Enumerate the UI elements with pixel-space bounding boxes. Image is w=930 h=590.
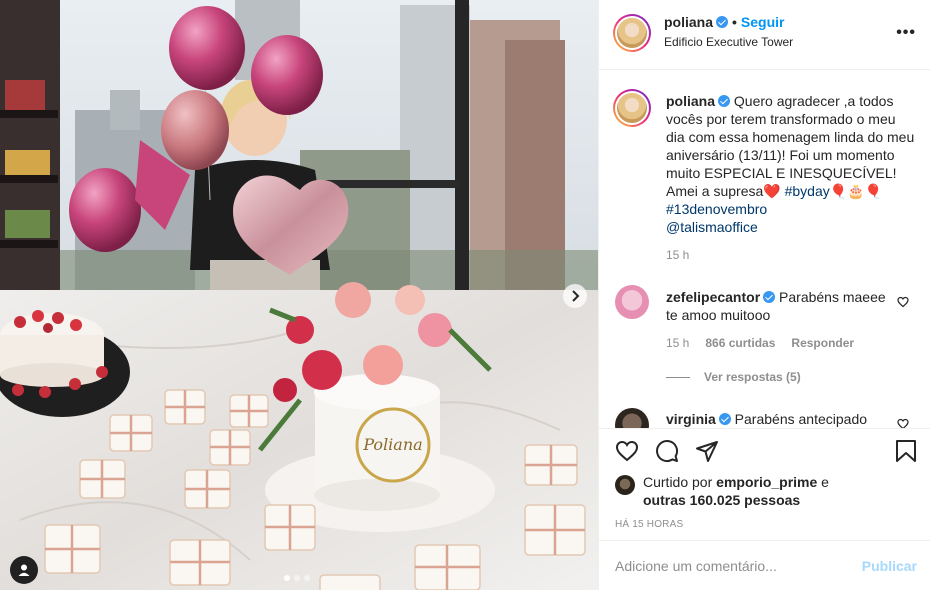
posted-time[interactable]: HÁ 15 HORAS — [615, 519, 683, 530]
hashtag-link[interactable]: #13denovembro — [666, 201, 767, 217]
cake-topper-text: Poliana — [362, 435, 422, 454]
avatar-image — [617, 18, 647, 48]
like-heart-icon[interactable] — [615, 439, 639, 463]
header-username[interactable]: poliana — [664, 14, 713, 30]
like-comment-heart-icon[interactable] — [897, 418, 909, 428]
share-send-icon[interactable] — [695, 439, 719, 463]
liked-by: Curtido por emporio_prime e outras 160.02… — [615, 473, 903, 509]
comment-item: virginia Parabéns antecipado — [666, 410, 896, 428]
post-actions: Curtido por emporio_prime e outras 160.02… — [599, 428, 930, 530]
caption-username[interactable]: poliana — [666, 93, 715, 109]
liked-by-connector: e — [817, 474, 829, 490]
replies-divider — [666, 376, 690, 378]
verified-badge-icon — [718, 95, 731, 107]
header-avatar[interactable] — [613, 14, 651, 52]
liked-by-user[interactable]: emporio_prime — [716, 474, 817, 490]
liked-by-text: Curtido por emporio_prime e outras 160.02… — [643, 473, 903, 509]
reply-button[interactable]: Responder — [791, 336, 854, 350]
verified-badge-icon — [716, 16, 729, 28]
comments-section: poliana Quero agradecer ,a todos vocês p… — [599, 70, 930, 428]
post-photo[interactable]: Poliana — [0, 0, 598, 590]
caption-time[interactable]: 15 h — [666, 248, 689, 262]
like-comment-heart-icon[interactable] — [897, 296, 909, 308]
post-header: poliana • Seguir Edificio Executive Tower … — [599, 0, 930, 70]
comment-item: zefelipecantor Parabéns maeee te amoo mu… — [666, 288, 886, 324]
carousel-dot — [284, 575, 290, 581]
add-comment-bar: Publicar — [599, 540, 930, 590]
mention-link[interactable]: @talismaoffice — [666, 219, 758, 235]
header-username-row: poliana • Seguir — [664, 14, 785, 30]
liked-by-prefix: Curtido por — [643, 474, 717, 490]
liked-by-others[interactable]: outras 160.025 pessoas — [643, 492, 800, 508]
avatar-image — [617, 93, 647, 123]
liked-by-avatar[interactable] — [615, 475, 635, 495]
verified-badge-icon — [718, 413, 731, 425]
chevron-right-icon — [572, 290, 580, 302]
verified-badge-icon — [763, 291, 776, 303]
post-side-panel: poliana • Seguir Edificio Executive Tower … — [598, 0, 930, 590]
carousel-dot — [304, 575, 310, 581]
hashtag-link[interactable]: #byday — [785, 183, 830, 199]
comment-text: Parabéns antecipado — [730, 411, 868, 427]
follow-button[interactable]: Seguir — [741, 14, 785, 30]
comment-username[interactable]: zefelipecantor — [666, 289, 760, 305]
view-replies-button[interactable]: Ver respostas (5) — [666, 370, 801, 384]
carousel-next-button[interactable] — [563, 284, 587, 308]
post-location[interactable]: Edificio Executive Tower — [664, 35, 793, 49]
comment-avatar[interactable] — [615, 408, 649, 428]
save-bookmark-icon[interactable] — [895, 439, 917, 463]
post-caption: poliana Quero agradecer ,a todos vocês p… — [666, 92, 916, 236]
comment-username[interactable]: virginia — [666, 411, 716, 427]
comment-bubble-icon[interactable] — [655, 439, 679, 463]
tagged-users-button[interactable] — [10, 556, 38, 584]
comment-likes[interactable]: 866 curtidas — [705, 336, 775, 350]
more-options-icon[interactable]: ••• — [896, 24, 916, 42]
caption-avatar[interactable] — [613, 89, 651, 127]
add-comment-input[interactable] — [615, 557, 845, 574]
separator-dot: • — [732, 14, 737, 30]
carousel-indicator — [284, 575, 310, 581]
comment-avatar[interactable] — [615, 285, 649, 319]
publish-button[interactable]: Publicar — [862, 558, 917, 574]
action-icons-row — [599, 429, 930, 479]
photo-scene: Poliana — [0, 0, 598, 590]
comment-meta: 15 h 866 curtidas Responder — [666, 336, 854, 350]
carousel-dot — [294, 575, 300, 581]
person-icon — [18, 564, 30, 576]
view-replies-label: Ver respostas (5) — [704, 370, 801, 384]
caption-emoji: 🎈🎂🎈 — [829, 183, 883, 199]
comment-time[interactable]: 15 h — [666, 336, 689, 350]
